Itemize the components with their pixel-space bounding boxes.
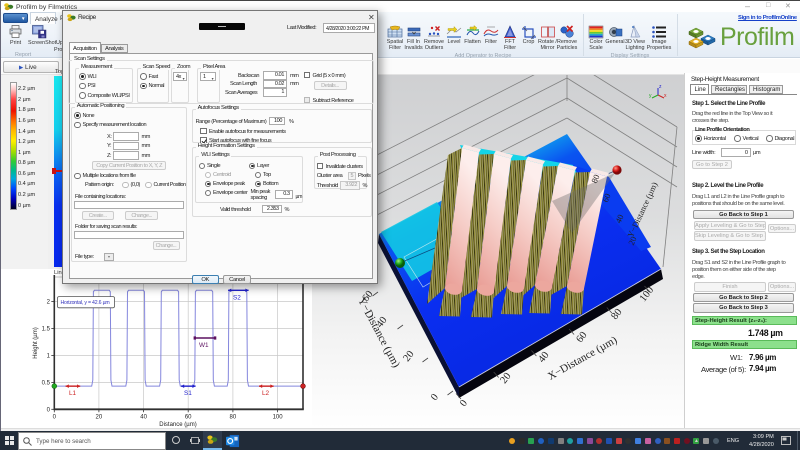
- svg-text:0.5: 0.5: [42, 380, 51, 386]
- svg-text:z: z: [659, 84, 662, 90]
- svg-text:40: 40: [140, 415, 147, 421]
- svg-text:L1: L1: [69, 390, 77, 397]
- svg-text:80: 80: [609, 307, 624, 322]
- svg-text:S2: S2: [233, 294, 241, 301]
- svg-text:0: 0: [47, 407, 51, 413]
- svg-text:Horizontal, y = 42.6 µm: Horizontal, y = 42.6 µm: [61, 300, 110, 306]
- svg-text:60: 60: [185, 415, 192, 421]
- svg-text:0: 0: [429, 392, 441, 403]
- svg-text:0: 0: [458, 398, 470, 409]
- svg-text:L2: L2: [262, 390, 270, 397]
- svg-text:1.5: 1.5: [42, 327, 51, 333]
- svg-text:x: x: [664, 93, 667, 99]
- svg-text:S1: S1: [184, 390, 192, 397]
- svg-text:20: 20: [401, 349, 416, 364]
- svg-text:100: 100: [273, 415, 284, 421]
- svg-text:80: 80: [230, 415, 237, 421]
- svg-text:W1: W1: [199, 342, 209, 349]
- svg-text:Height (µm): Height (µm): [33, 327, 39, 358]
- svg-text:Y−Distance (µm): Y−Distance (µm): [355, 296, 402, 370]
- svg-text:60: 60: [574, 330, 589, 345]
- svg-text:y: y: [649, 93, 652, 99]
- svg-text:Y−Distance (µm): Y−Distance (µm): [625, 180, 659, 239]
- svg-text:40: 40: [536, 350, 551, 365]
- svg-text:0: 0: [53, 415, 57, 421]
- svg-text:1: 1: [47, 354, 51, 360]
- svg-text:2: 2: [47, 300, 51, 306]
- svg-text:20: 20: [96, 415, 103, 421]
